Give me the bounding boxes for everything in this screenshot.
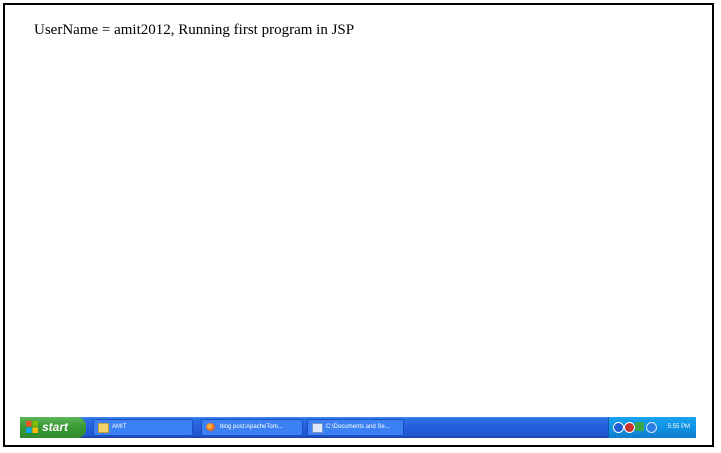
network-icon[interactable] — [613, 422, 624, 433]
system-tray: 5:55 PM — [608, 417, 696, 438]
folder-icon — [98, 423, 109, 433]
page-text: UserName = amit2012, Running first progr… — [34, 22, 355, 38]
browser-viewport: UserName = amit2012, Running first progr… — [3, 3, 714, 447]
taskbar-item-label: C:\Documents and Se... — [326, 424, 390, 430]
taskbar-item-label: AMIT — [112, 424, 127, 430]
messenger-icon[interactable] — [646, 422, 657, 433]
shield-icon[interactable] — [624, 422, 635, 433]
taskbar-item-documents[interactable]: C:\Documents and Se... — [307, 419, 404, 436]
firefox-icon — [206, 423, 215, 431]
taskbar-item-amit[interactable]: AMIT — [93, 419, 193, 436]
start-button[interactable]: start — [20, 417, 86, 438]
windows-logo-icon — [26, 421, 38, 433]
taskbar-item-blog-post[interactable]: blog post:ApacheTom... — [201, 419, 303, 436]
taskbar: start AMIT blog post:ApacheTom... C:\Doc… — [20, 417, 696, 438]
document-icon — [312, 423, 323, 433]
start-label: start — [42, 420, 69, 434]
volume-icon[interactable] — [635, 422, 644, 431]
taskbar-item-label: blog post:ApacheTom... — [220, 424, 283, 430]
clock[interactable]: 5:55 PM — [668, 417, 690, 438]
edge-mark — [712, 100, 714, 102]
